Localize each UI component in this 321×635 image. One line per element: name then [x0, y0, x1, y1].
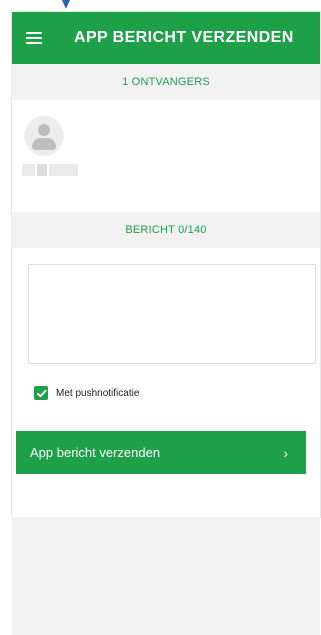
bottom-background — [12, 517, 320, 635]
avatar-body-icon — [32, 138, 56, 150]
recipient-name-placeholder — [22, 164, 78, 176]
message-input[interactable] — [28, 264, 316, 364]
message-bar: BERICHT 0/140 — [12, 212, 320, 248]
pointer-arrow-icon — [62, 0, 70, 9]
checkmark-icon — [36, 389, 47, 397]
push-checkbox[interactable] — [34, 386, 48, 400]
avatar[interactable] — [24, 116, 64, 156]
message-area — [12, 248, 320, 376]
app-header: APP BERICHT VERZENDEN — [12, 12, 320, 64]
send-button-label: App bericht verzenden — [30, 445, 161, 460]
recipients-bar: 1 ONTVANGERS — [12, 64, 320, 100]
push-notification-row[interactable]: Met pushnotificatie — [12, 376, 320, 410]
chevron-right-icon: › — [283, 444, 288, 461]
recipients-list — [12, 100, 320, 212]
push-label: Met pushnotificatie — [56, 387, 140, 399]
hamburger-menu-icon[interactable] — [26, 32, 42, 44]
page-title: APP BERICHT VERZENDEN — [74, 29, 294, 46]
avatar-head-icon — [38, 124, 50, 136]
send-app-message-button[interactable]: App bericht verzenden › — [16, 431, 306, 474]
